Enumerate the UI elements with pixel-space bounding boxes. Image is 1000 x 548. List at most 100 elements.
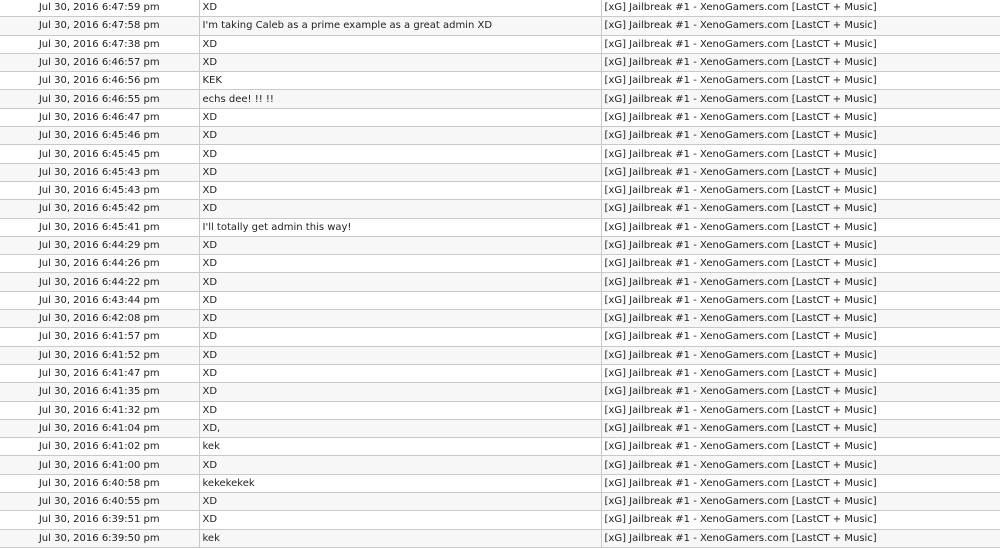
server-name: [xG] Jailbreak #1 - XenoGamers.com [Last… — [601, 163, 1000, 182]
table-row: Jul 30, 2016 6:43:44 pm XD [xG] Jailbreak … — [0, 291, 1000, 311]
message-date: Jul 30, 2016 6:41:02 pm — [0, 437, 200, 457]
table-row: Jul 30, 2016 6:47:58 pm I'm taking Caleb … — [0, 16, 1000, 36]
message-date: Jul 30, 2016 6:47:59 pm — [0, 0, 200, 18]
message-date: Jul 30, 2016 6:45:43 pm — [0, 181, 200, 201]
message-date: Jul 30, 2016 6:41:52 pm — [0, 346, 200, 365]
message-text: XD — [199, 126, 602, 146]
chat-log-body: Jul 30, 2016 6:47:59 pm XD [xG] Jailbreak … — [0, 0, 1000, 548]
table-row: Jul 30, 2016 6:45:43 pm XD [xG] Jailbreak … — [0, 181, 1000, 201]
message-text: XD — [199, 272, 602, 292]
server-name: [xG] Jailbreak #1 - XenoGamers.com [Last… — [601, 89, 1000, 109]
server-name: [xG] Jailbreak #1 - XenoGamers.com [Last… — [601, 364, 1000, 384]
server-name: [xG] Jailbreak #1 - XenoGamers.com [Last… — [601, 327, 1000, 347]
server-name: [xG] Jailbreak #1 - XenoGamers.com [Last… — [601, 108, 1000, 128]
message-text: XD — [199, 181, 602, 201]
table-row: Jul 30, 2016 6:45:43 pm XD [xG] Jailbreak … — [0, 163, 1000, 182]
table-row: Jul 30, 2016 6:45:46 pm XD [xG] Jailbreak … — [0, 126, 1000, 146]
table-row: Jul 30, 2016 6:41:57 pm XD [xG] Jailbreak … — [0, 327, 1000, 347]
server-name: [xG] Jailbreak #1 - XenoGamers.com [Last… — [601, 254, 1000, 274]
message-text: XD — [199, 309, 602, 329]
table-row: Jul 30, 2016 6:40:58 pm kekekekek [xG] Jai… — [0, 474, 1000, 494]
server-name: [xG] Jailbreak #1 - XenoGamers.com [Last… — [601, 382, 1000, 402]
table-row: Jul 30, 2016 6:41:02 pm kek [xG] Jailbreak… — [0, 437, 1000, 457]
message-date: Jul 30, 2016 6:47:58 pm — [0, 16, 200, 36]
server-name: [xG] Jailbreak #1 - XenoGamers.com [Last… — [601, 144, 1000, 164]
table-row: Jul 30, 2016 6:39:50 pm kek [xG] Jailbreak… — [0, 529, 1000, 548]
message-text: kek — [199, 437, 602, 457]
message-text: XD — [199, 35, 602, 54]
server-name: [xG] Jailbreak #1 - XenoGamers.com [Last… — [601, 510, 1000, 530]
server-name: [xG] Jailbreak #1 - XenoGamers.com [Last… — [601, 236, 1000, 256]
table-row: Jul 30, 2016 6:45:45 pm XD [xG] Jailbreak … — [0, 144, 1000, 164]
table-row: Jul 30, 2016 6:46:57 pm XD [xG] Jailbreak … — [0, 53, 1000, 73]
server-name: [xG] Jailbreak #1 - XenoGamers.com [Last… — [601, 181, 1000, 201]
message-date: Jul 30, 2016 6:45:45 pm — [0, 144, 200, 164]
message-date: Jul 30, 2016 6:46:57 pm — [0, 53, 200, 73]
message-date: Jul 30, 2016 6:45:42 pm — [0, 199, 200, 219]
message-text: I'll totally get admin this way! — [199, 218, 602, 237]
server-name: [xG] Jailbreak #1 - XenoGamers.com [Last… — [601, 53, 1000, 73]
server-name: [xG] Jailbreak #1 - XenoGamers.com [Last… — [601, 309, 1000, 329]
message-date: Jul 30, 2016 6:41:04 pm — [0, 419, 200, 439]
server-name: [xG] Jailbreak #1 - XenoGamers.com [Last… — [601, 346, 1000, 365]
message-text: XD — [199, 492, 602, 512]
table-row: Jul 30, 2016 6:47:38 pm XD [xG] Jailbreak … — [0, 35, 1000, 54]
server-name: [xG] Jailbreak #1 - XenoGamers.com [Last… — [601, 401, 1000, 420]
message-date: Jul 30, 2016 6:39:51 pm — [0, 510, 200, 530]
message-text: KEK — [199, 71, 602, 91]
message-date: Jul 30, 2016 6:44:26 pm — [0, 254, 200, 274]
message-text: XD — [199, 510, 602, 530]
message-date: Jul 30, 2016 6:41:57 pm — [0, 327, 200, 347]
message-date: Jul 30, 2016 6:41:47 pm — [0, 364, 200, 384]
message-date: Jul 30, 2016 6:44:22 pm — [0, 272, 200, 292]
message-text: XD — [199, 401, 602, 420]
message-date: Jul 30, 2016 6:43:44 pm — [0, 291, 200, 311]
server-name: [xG] Jailbreak #1 - XenoGamers.com [Last… — [601, 126, 1000, 146]
message-text: XD — [199, 236, 602, 256]
message-text: echs dee! !! !! — [199, 89, 602, 109]
message-date: Jul 30, 2016 6:45:46 pm — [0, 126, 200, 146]
table-row: Jul 30, 2016 6:39:51 pm XD [xG] Jailbreak … — [0, 510, 1000, 530]
message-text: kek — [199, 529, 602, 548]
server-name: [xG] Jailbreak #1 - XenoGamers.com [Last… — [601, 0, 1000, 18]
server-name: [xG] Jailbreak #1 - XenoGamers.com [Last… — [601, 35, 1000, 54]
table-row: Jul 30, 2016 6:46:56 pm KEK [xG] Jailbreak… — [0, 71, 1000, 91]
server-name: [xG] Jailbreak #1 - XenoGamers.com [Last… — [601, 272, 1000, 292]
message-text: XD — [199, 199, 602, 219]
server-name: [xG] Jailbreak #1 - XenoGamers.com [Last… — [601, 529, 1000, 548]
chat-log-table: Jul 30, 2016 6:47:59 pm XD [xG] Jailbreak … — [0, 0, 1000, 548]
server-name: [xG] Jailbreak #1 - XenoGamers.com [Last… — [601, 71, 1000, 91]
message-text: XD — [199, 346, 602, 365]
server-name: [xG] Jailbreak #1 - XenoGamers.com [Last… — [601, 455, 1000, 475]
server-name: [xG] Jailbreak #1 - XenoGamers.com [Last… — [601, 16, 1000, 36]
server-name: [xG] Jailbreak #1 - XenoGamers.com [Last… — [601, 492, 1000, 512]
message-text: XD — [199, 455, 602, 475]
message-text: XD — [199, 364, 602, 384]
message-text: XD — [199, 382, 602, 402]
table-row: Jul 30, 2016 6:40:55 pm XD [xG] Jailbreak … — [0, 492, 1000, 512]
server-name: [xG] Jailbreak #1 - XenoGamers.com [Last… — [601, 291, 1000, 311]
table-row: Jul 30, 2016 6:41:35 pm XD [xG] Jailbreak … — [0, 382, 1000, 402]
table-row: Jul 30, 2016 6:42:08 pm XD [xG] Jailbreak … — [0, 309, 1000, 329]
message-date: Jul 30, 2016 6:46:56 pm — [0, 71, 200, 91]
message-text: XD — [199, 291, 602, 311]
message-date: Jul 30, 2016 6:46:55 pm — [0, 89, 200, 109]
table-row: Jul 30, 2016 6:47:59 pm XD [xG] Jailbreak … — [0, 0, 1000, 18]
message-date: Jul 30, 2016 6:40:58 pm — [0, 474, 200, 494]
table-row: Jul 30, 2016 6:41:52 pm XD [xG] Jailbreak … — [0, 346, 1000, 365]
table-row: Jul 30, 2016 6:41:32 pm XD [xG] Jailbreak … — [0, 401, 1000, 420]
message-text: XD — [199, 163, 602, 182]
message-date: Jul 30, 2016 6:39:50 pm — [0, 529, 200, 548]
table-row: Jul 30, 2016 6:41:04 pm XD, [xG] Jailbreak… — [0, 419, 1000, 439]
message-date: Jul 30, 2016 6:41:00 pm — [0, 455, 200, 475]
table-row: Jul 30, 2016 6:44:22 pm XD [xG] Jailbreak … — [0, 272, 1000, 292]
server-name: [xG] Jailbreak #1 - XenoGamers.com [Last… — [601, 419, 1000, 439]
message-text: XD — [199, 108, 602, 128]
table-row: Jul 30, 2016 6:45:41 pm I'll totally get … — [0, 218, 1000, 237]
message-text: XD — [199, 327, 602, 347]
server-name: [xG] Jailbreak #1 - XenoGamers.com [Last… — [601, 218, 1000, 237]
server-name: [xG] Jailbreak #1 - XenoGamers.com [Last… — [601, 437, 1000, 457]
message-text: XD — [199, 254, 602, 274]
table-row: Jul 30, 2016 6:41:00 pm XD [xG] Jailbreak … — [0, 455, 1000, 475]
table-row: Jul 30, 2016 6:46:55 pm echs dee! !! !! [x… — [0, 89, 1000, 109]
